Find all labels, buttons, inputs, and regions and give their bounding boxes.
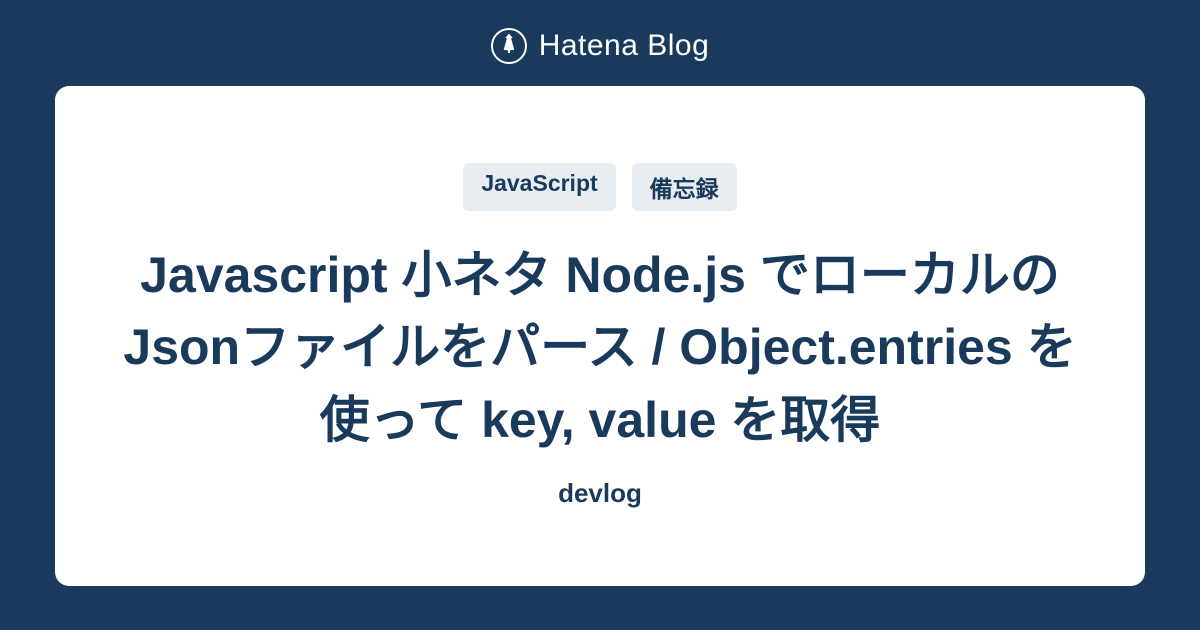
logo-text: Hatena Blog	[539, 29, 710, 63]
header: Hatena Blog	[491, 0, 710, 86]
tag-list: JavaScript 備忘録	[463, 163, 736, 211]
hatena-logo-icon	[491, 28, 527, 64]
tag: JavaScript	[463, 163, 615, 211]
article-title: Javascript 小ネタ Node.js でローカルのJsonファイルをパー…	[120, 239, 1080, 457]
blog-name: devlog	[558, 478, 642, 509]
tag: 備忘録	[632, 163, 737, 211]
article-card: JavaScript 備忘録 Javascript 小ネタ Node.js でロ…	[55, 86, 1145, 586]
